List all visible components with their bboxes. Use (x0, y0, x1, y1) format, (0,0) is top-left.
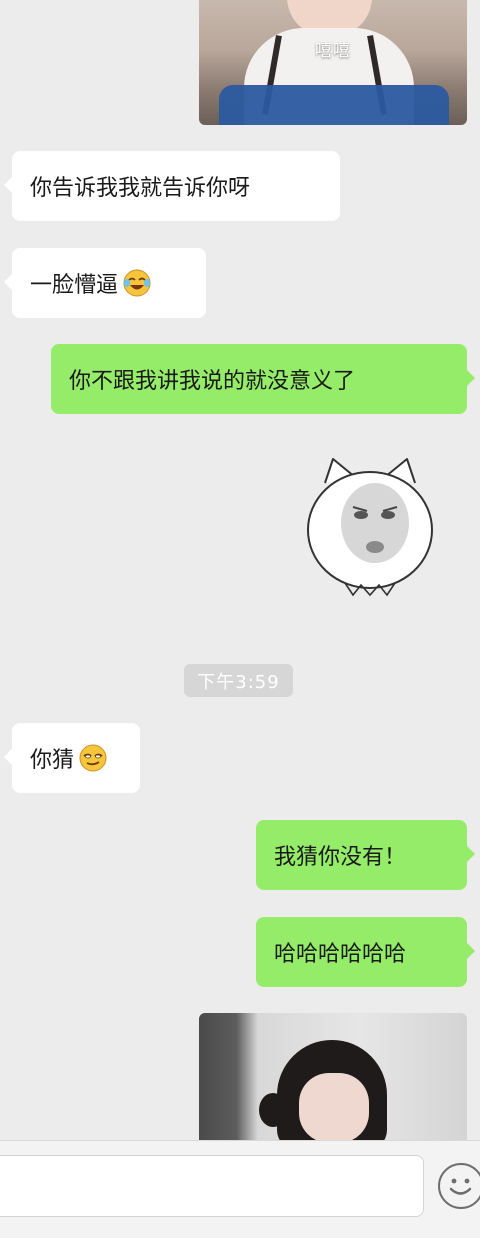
emoji-face-icon[interactable] (438, 1163, 480, 1209)
message-text: 你告诉我我就告诉你呀 (30, 176, 251, 201)
photo-sticker-top[interactable]: 嘻嘻 (199, 0, 467, 125)
smirk-emoji-icon (79, 744, 107, 772)
child-ponytail (259, 1093, 287, 1127)
message-text: 哈哈哈哈哈哈 (274, 942, 407, 967)
tears-of-joy-emoji-icon (123, 269, 151, 297)
message-text: 你猜 (30, 748, 75, 773)
message-text: 一脸懵逼 (30, 273, 119, 298)
message-input[interactable] (0, 1155, 424, 1217)
photo-sticker-bottom[interactable] (199, 1013, 467, 1140)
input-bar (0, 1140, 480, 1238)
message-text: 我猜你没有！ (274, 845, 407, 870)
message-bubble-right[interactable]: 哈哈哈哈哈哈 (256, 917, 475, 987)
message-bubble-left[interactable]: 你告诉我我就告诉你呀 (4, 151, 340, 221)
blue-chair (219, 85, 449, 125)
message-bubble-right[interactable]: 我猜你没有！ (256, 820, 475, 890)
message-bubble-left[interactable]: 你猜 (4, 723, 140, 793)
photo-caption: 嘻嘻 (315, 41, 351, 61)
message-text: 你不跟我讲我说的就没意义了 (69, 369, 356, 394)
message-bubble-right[interactable]: 你不跟我讲我说的就没意义了 (51, 344, 475, 414)
message-bubble-left[interactable]: 一脸懵逼 (4, 248, 206, 318)
timestamp: 下午3:59 (184, 664, 293, 697)
cat-face-sticker[interactable] (303, 455, 437, 600)
child-face (299, 1073, 369, 1140)
emoji-face-icon-glyph (449, 1178, 472, 1195)
